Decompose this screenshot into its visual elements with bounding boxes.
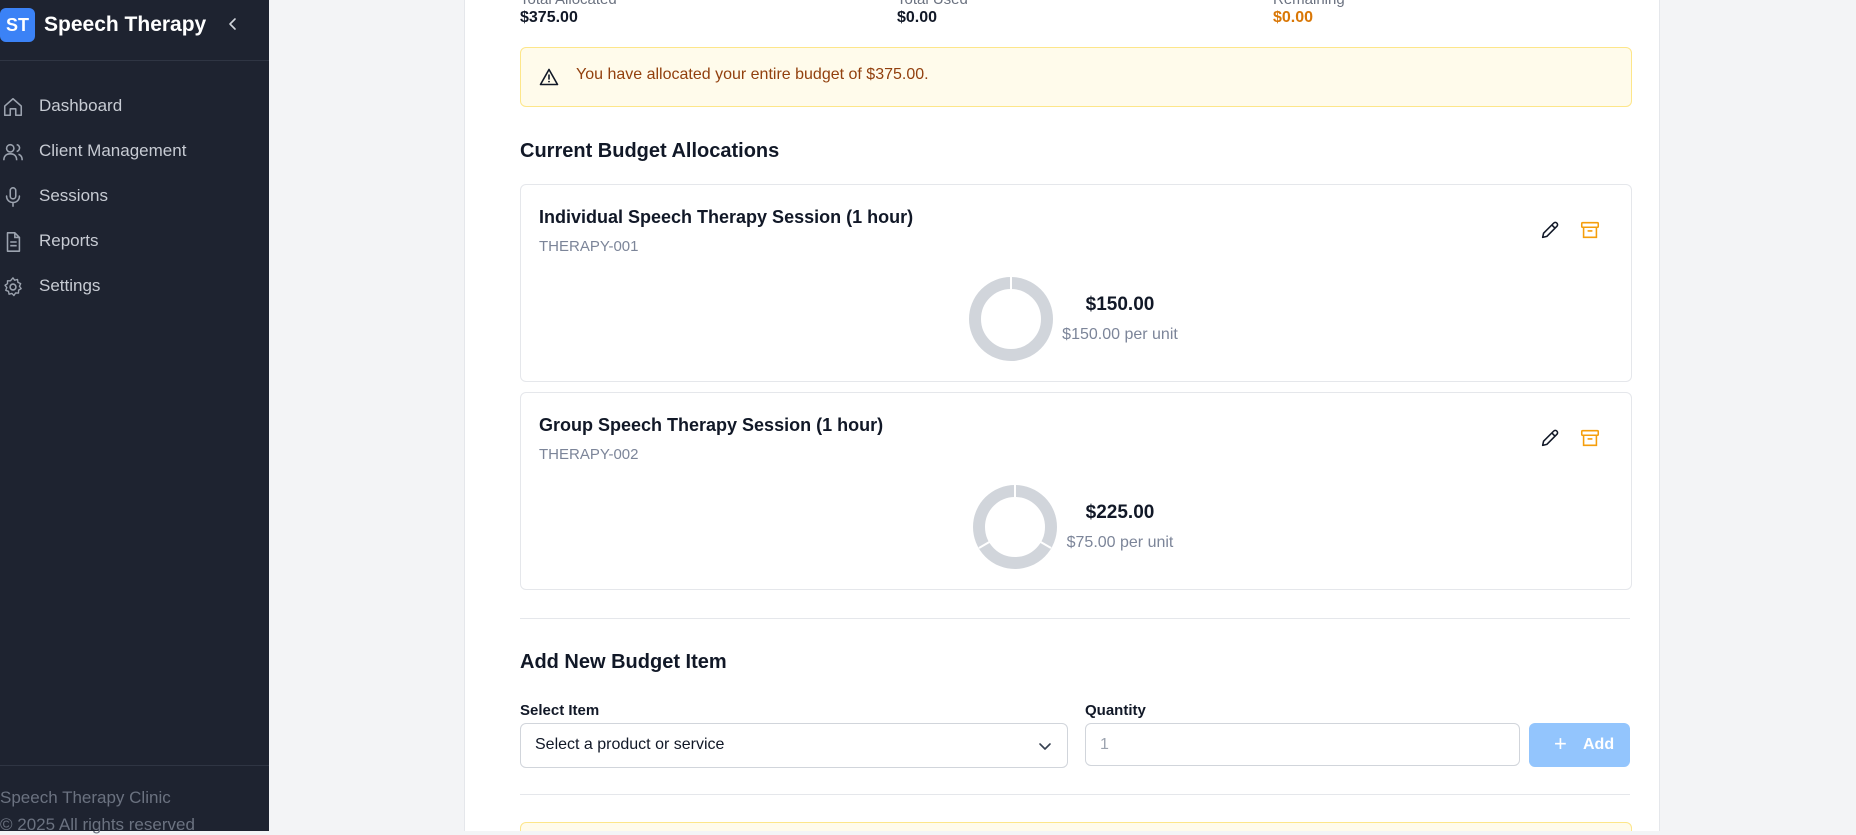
sidebar-item-settings[interactable]: Settings <box>0 262 269 307</box>
footer-copyright: © 2025 All rights reserved <box>0 815 195 834</box>
remaining-value: $0.00 <box>1273 9 1314 26</box>
document-icon <box>6 232 21 252</box>
chevron-down-icon <box>1039 743 1051 750</box>
total-used-value: $0.00 <box>897 9 938 26</box>
warning-icon <box>539 68 559 86</box>
total-allocated-label: Total Allocated <box>520 0 617 8</box>
footer-clinic-name: Speech Therapy Clinic <box>0 788 171 807</box>
sidebar-nav: Dashboard Client Management Sessions Rep… <box>0 82 269 307</box>
pencil-icon[interactable] <box>1539 427 1561 449</box>
add-item-title: Add New Budget Item <box>520 651 727 673</box>
gear-icon <box>4 277 22 297</box>
allocation-unit-price: $150.00 per unit <box>1062 326 1178 343</box>
usage-donut-chart <box>969 277 1053 361</box>
total-allocated-value: $375.00 <box>520 9 578 26</box>
sidebar-item-dashboard[interactable]: Dashboard <box>0 82 269 127</box>
budget-card: Total Allocated $375.00 Total Used $0.00… <box>464 0 1660 831</box>
sidebar: ST Speech Therapy Dashboard Client Manag… <box>0 0 269 834</box>
budget-alert: You have allocated your entire budget of… <box>520 47 1632 107</box>
logo: ST <box>0 8 35 42</box>
allocation-name: Group Speech Therapy Session (1 hour) <box>539 415 884 435</box>
quantity-input[interactable] <box>1085 723 1520 766</box>
bottom-alert <box>520 822 1632 831</box>
plus-icon: + <box>1554 731 1567 756</box>
divider <box>520 794 1630 795</box>
add-button-label: Add <box>1583 736 1615 753</box>
allocation-card: Group Speech Therapy Session (1 hour) TH… <box>520 392 1632 590</box>
brand-header: ST Speech Therapy <box>0 0 269 61</box>
allocation-card: Individual Speech Therapy Session (1 hou… <box>520 184 1632 382</box>
sidebar-item-label: Dashboard <box>39 96 123 115</box>
allocation-name: Individual Speech Therapy Session (1 hou… <box>539 207 914 227</box>
sidebar-item-label: Settings <box>39 276 101 295</box>
microphone-icon <box>5 187 21 207</box>
sidebar-item-label: Reports <box>39 231 99 250</box>
users-icon <box>3 143 23 161</box>
allocations-title: Current Budget Allocations <box>520 140 780 162</box>
chevron-left-icon[interactable] <box>225 16 241 32</box>
allocation-amount: $150.00 <box>1085 294 1155 315</box>
pencil-icon[interactable] <box>1539 219 1561 241</box>
total-used-label: Total Used <box>897 0 968 8</box>
sidebar-item-label: Client Management <box>39 141 187 160</box>
sidebar-item-sessions[interactable]: Sessions <box>0 172 269 217</box>
select-item-label: Select Item <box>520 702 600 719</box>
usage-donut-chart <box>973 485 1057 569</box>
divider <box>520 618 1630 619</box>
add-item-button[interactable]: + Add <box>1529 723 1630 767</box>
remaining-label: Remaining <box>1273 0 1345 8</box>
alert-text: You have allocated your entire budget of… <box>576 66 929 83</box>
archive-icon[interactable] <box>1579 427 1601 449</box>
product-select[interactable]: Select a product or service <box>520 723 1068 768</box>
select-value: Select a product or service <box>535 736 725 753</box>
allocation-code: THERAPY-002 <box>539 446 639 463</box>
quantity-label: Quantity <box>1085 702 1146 719</box>
sidebar-item-label: Sessions <box>39 186 108 205</box>
allocation-unit-price: $75.00 per unit <box>1066 534 1174 551</box>
brand-name: Speech Therapy <box>44 13 207 36</box>
home-icon <box>3 97 23 117</box>
sidebar-item-client-management[interactable]: Client Management <box>0 127 269 172</box>
archive-icon[interactable] <box>1579 219 1601 241</box>
allocation-code: THERAPY-001 <box>539 238 639 255</box>
sidebar-item-reports[interactable]: Reports <box>0 217 269 262</box>
sidebar-footer: Speech Therapy Clinic © 2025 All rights … <box>0 765 269 834</box>
allocation-amount: $225.00 <box>1085 502 1155 523</box>
